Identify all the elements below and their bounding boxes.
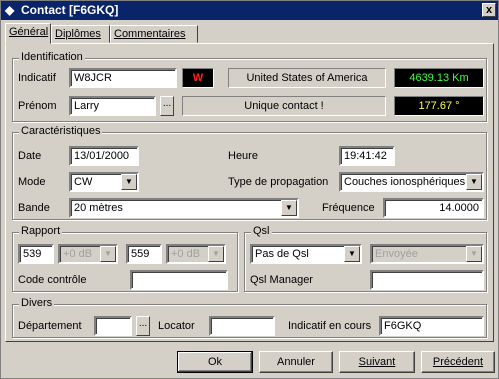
qsl-manager-label: Qsl Manager xyxy=(250,274,313,286)
country-display: United States of America xyxy=(228,68,386,88)
distance-display: 4639.13 Km xyxy=(394,68,484,88)
rst-sent-db-select: +0 dB ▼ xyxy=(58,244,118,264)
bearing-display: 177.67 ° xyxy=(394,96,484,116)
chevron-down-icon: ▼ xyxy=(100,246,116,262)
tab-panel-general: Identification Indicatif W8JCR W United … xyxy=(5,43,494,342)
departement-input[interactable] xyxy=(94,316,132,336)
diamond-icon: ◆ xyxy=(5,3,15,17)
departement-label: Département xyxy=(18,320,82,332)
locator-label: Locator xyxy=(158,320,195,332)
mode-label: Mode xyxy=(18,176,46,188)
qsl-status-select[interactable]: Pas de Qsl ▼ xyxy=(250,244,362,264)
indicatif-input[interactable]: W8JCR xyxy=(69,68,177,88)
rst-sent-db-value: +0 dB xyxy=(63,248,93,260)
window-title: Contact [F6GKQ] xyxy=(21,3,119,17)
departement-browse-button[interactable]: ... xyxy=(136,316,150,336)
close-button[interactable]: x xyxy=(482,3,496,17)
date-input[interactable]: 13/01/2000 xyxy=(69,146,139,166)
code-controle-label: Code contrôle xyxy=(18,274,87,286)
rapport-legend: Rapport xyxy=(19,225,63,237)
chevron-down-icon[interactable]: ▼ xyxy=(466,174,482,190)
qsl-envoyee-value: Envoyée xyxy=(375,248,418,260)
qsl-legend: Qsl xyxy=(251,225,272,237)
indicatif-en-cours-input[interactable]: F6GKQ xyxy=(379,316,484,336)
tab-commentaires[interactable]: Commentaires xyxy=(110,25,198,43)
identification-legend: Identification xyxy=(19,51,85,63)
rst-recv-db-value: +0 dB xyxy=(171,248,201,260)
locator-input[interactable] xyxy=(209,316,275,336)
indicatif-label: Indicatif xyxy=(18,72,56,84)
contact-status: Unique contact ! xyxy=(182,96,386,116)
prenom-label: Prénom xyxy=(18,100,57,112)
chevron-down-icon[interactable]: ▼ xyxy=(121,174,137,190)
chevron-down-icon: ▼ xyxy=(208,246,224,262)
qsl-manager-input[interactable] xyxy=(370,270,484,290)
propagation-value: Couches ionosphériques xyxy=(344,176,466,188)
tab-general[interactable]: Général xyxy=(5,23,51,44)
qsl-envoyee-select: Envoyée ▼ xyxy=(370,244,484,264)
annuler-button[interactable]: Annuler xyxy=(259,351,333,373)
rst-recv-db-select: +0 dB ▼ xyxy=(166,244,226,264)
title-bar[interactable]: ◆ Contact [F6GKQ] x xyxy=(1,1,498,20)
prenom-browse-button[interactable]: ... xyxy=(160,96,174,116)
chevron-down-icon[interactable]: ▼ xyxy=(344,246,360,262)
heure-input[interactable]: 19:41:42 xyxy=(339,146,395,166)
propagation-select[interactable]: Couches ionosphériques ▼ xyxy=(339,172,484,192)
suivant-button[interactable]: Suivant xyxy=(339,351,415,373)
bande-label: Bande xyxy=(18,202,50,214)
tab-diplomes[interactable]: Diplômes xyxy=(51,25,110,43)
divers-legend: Divers xyxy=(19,297,55,309)
precedent-button[interactable]: Précédent xyxy=(421,351,495,373)
chevron-down-icon[interactable]: ▼ xyxy=(281,200,297,216)
code-controle-input[interactable] xyxy=(130,270,228,290)
mode-select[interactable]: CW ▼ xyxy=(69,172,139,192)
rst-sent-input[interactable]: 539 xyxy=(18,244,54,264)
frequence-label: Fréquence xyxy=(322,202,375,214)
chevron-down-icon: ▼ xyxy=(466,246,482,262)
frequence-input[interactable]: 14.0000 xyxy=(383,198,484,218)
prenom-input[interactable]: Larry xyxy=(69,96,156,116)
rst-recv-input[interactable]: 559 xyxy=(126,244,162,264)
bande-select[interactable]: 20 mètres ▼ xyxy=(69,198,299,218)
prefix-badge: W xyxy=(182,68,214,88)
qsl-status-value: Pas de Qsl xyxy=(255,248,309,260)
mode-value: CW xyxy=(74,176,93,188)
caracteristiques-legend: Caractéristiques xyxy=(19,125,103,137)
ok-button[interactable]: Ok xyxy=(177,351,253,373)
heure-label: Heure xyxy=(228,150,258,162)
propagation-label: Type de propagation xyxy=(228,176,329,188)
indicatif-en-cours-label: Indicatif en cours xyxy=(288,320,372,332)
bande-value: 20 mètres xyxy=(74,202,123,214)
contact-dialog: ◆ Contact [F6GKQ] x Général Diplômes Com… xyxy=(0,0,499,379)
date-label: Date xyxy=(18,150,42,162)
